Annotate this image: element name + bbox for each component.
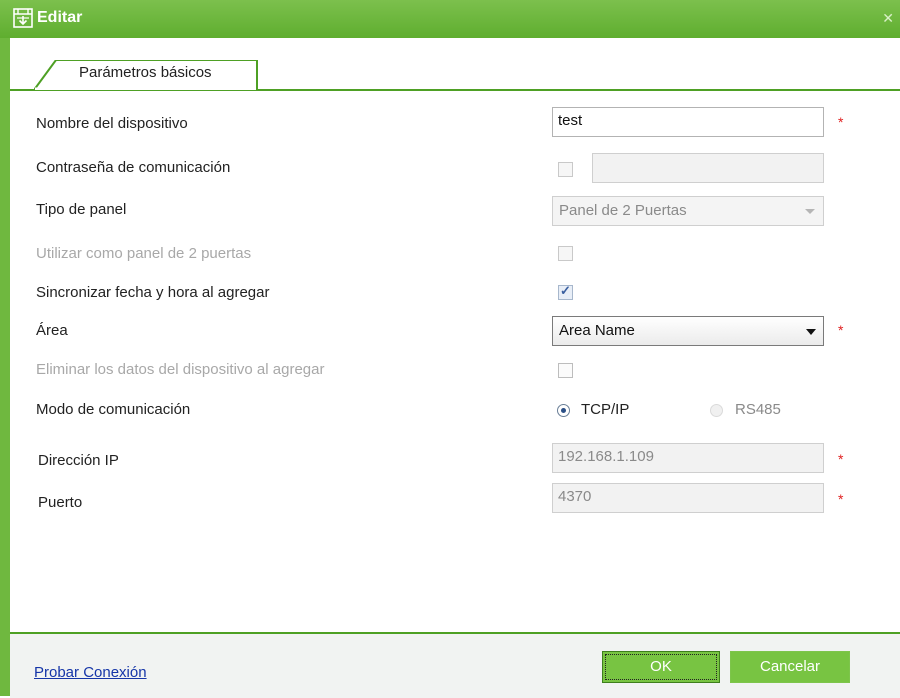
radio-tcp-ip-label[interactable]: TCP/IP [581, 401, 629, 418]
sync-time-label: Sincronizar fecha y hora al agregar [36, 284, 270, 301]
area-value: Area Name [559, 322, 635, 339]
comm-password-checkbox[interactable] [558, 162, 573, 177]
edit-icon [13, 8, 33, 28]
area-select[interactable]: Area Name [552, 316, 824, 346]
radio-tcp-ip[interactable] [557, 404, 570, 417]
panel-type-select[interactable]: Panel de 2 Puertas [552, 196, 824, 226]
device-name-required: * [838, 114, 844, 130]
area-required: * [838, 322, 844, 338]
area-label: Área [36, 322, 68, 339]
device-name-input[interactable]: test [552, 107, 824, 137]
ip-address-required: * [838, 451, 844, 467]
cancel-button[interactable]: Cancelar [730, 651, 850, 683]
delete-data-label: Eliminar los datos del dispositivo al ag… [36, 361, 325, 378]
tab-label: Parámetros básicos [79, 64, 212, 81]
comm-password-input[interactable] [592, 153, 824, 183]
panel-type-value: Panel de 2 Puertas [559, 202, 687, 219]
two-door-label: Utilizar como panel de 2 puertas [36, 245, 252, 262]
two-door-checkbox[interactable] [558, 246, 573, 261]
radio-rs485[interactable] [710, 404, 723, 417]
chevron-down-icon [806, 329, 816, 335]
dialog-title: Editar [37, 9, 83, 26]
sync-time-checkbox[interactable] [558, 283, 573, 300]
radio-rs485-label[interactable]: RS485 [735, 401, 781, 418]
chevron-down-icon [805, 209, 815, 214]
ok-button[interactable]: OK [602, 651, 720, 683]
test-connection-link[interactable]: Probar Conexión [34, 664, 147, 681]
tab-strip: Parámetros básicos [10, 38, 900, 91]
dialog-footer: Probar Conexión OK Cancelar [10, 632, 900, 698]
port-required: * [838, 491, 844, 507]
delete-data-checkbox[interactable] [558, 363, 573, 378]
comm-password-label: Contraseña de comunicación [36, 159, 231, 176]
port-input[interactable]: 4370 [552, 483, 824, 513]
close-icon[interactable]: ✕ [882, 10, 894, 27]
device-name-label: Nombre del dispositivo [36, 115, 188, 132]
port-label: Puerto [38, 494, 83, 511]
panel-type-label: Tipo de panel [36, 201, 127, 218]
ip-address-input[interactable]: 192.168.1.109 [552, 443, 824, 473]
comm-mode-label: Modo de comunicación [36, 401, 191, 418]
title-bar[interactable]: Editar ✕ [0, 0, 900, 38]
ip-address-label: Dirección IP [38, 452, 119, 469]
tab-basic-parameters[interactable]: Parámetros básicos [34, 60, 258, 90]
